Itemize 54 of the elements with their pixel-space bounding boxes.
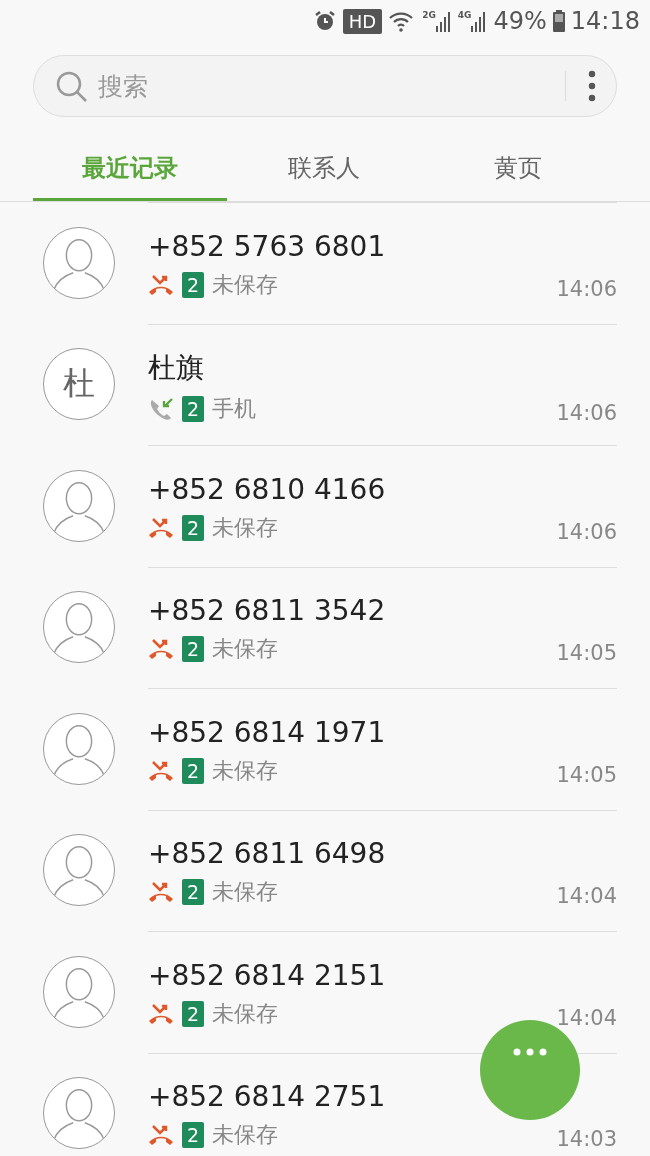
network-label: 4G xyxy=(457,10,472,20)
signal-icon xyxy=(471,10,488,32)
sim-badge: 2 xyxy=(182,636,204,663)
number-label: 未保存 xyxy=(212,878,278,907)
call-time: 14:06 xyxy=(556,276,617,301)
caller-name: +852 6811 6498 xyxy=(148,837,386,871)
signal-icon xyxy=(435,10,452,32)
sim-badge: 2 xyxy=(182,514,204,541)
call-log-row[interactable]: +852 5763 6801 2 未保存 14:06 xyxy=(0,202,650,324)
network-label: 2G xyxy=(422,10,436,20)
number-label: 未保存 xyxy=(212,1121,278,1150)
battery-percent: 49% xyxy=(493,7,547,35)
caller-name: +852 5763 6801 xyxy=(148,229,386,263)
search-bar[interactable]: 搜索 xyxy=(33,55,617,117)
battery-icon xyxy=(552,10,565,32)
caller-name: +852 6814 2151 xyxy=(148,958,386,992)
call-time: 14:04 xyxy=(556,1005,617,1030)
sim-badge: 2 xyxy=(182,757,204,784)
sim-badge: 2 xyxy=(182,1000,204,1027)
number-label: 未保存 xyxy=(212,635,278,664)
search-field[interactable]: 搜索 xyxy=(96,70,565,102)
caller-name: +852 6811 3542 xyxy=(148,594,386,628)
call-time: 14:03 xyxy=(556,1127,617,1152)
tab[interactable]: 联系人 xyxy=(227,137,421,201)
call-log-row[interactable]: +852 6814 1971 2 未保存 14:05 xyxy=(0,688,650,810)
number-label: 未保存 xyxy=(212,999,278,1028)
call-log-row[interactable]: +852 6811 6498 2 未保存 14:04 xyxy=(0,809,650,931)
sim-badge: 2 xyxy=(182,395,204,422)
call-time: 14:05 xyxy=(556,762,617,787)
number-label: 未保存 xyxy=(212,513,278,542)
clock: 14:18 xyxy=(570,7,640,35)
call-time: 14:04 xyxy=(556,884,617,909)
tab[interactable]: 黄页 xyxy=(421,137,615,201)
caller-name: +852 6814 1971 xyxy=(148,715,386,749)
call-time: 14:05 xyxy=(556,641,617,666)
more-icon[interactable] xyxy=(588,70,596,102)
number-label: 未保存 xyxy=(212,756,278,785)
sim-badge: 2 xyxy=(182,1122,204,1149)
caller-name: +852 6814 2751 xyxy=(148,1080,386,1114)
call-time: 14:06 xyxy=(556,519,617,544)
number-label: 手机 xyxy=(212,394,256,423)
call-log-row[interactable]: 杜 杜旗 2 手机 14:06 xyxy=(0,323,650,445)
caller-name: 杜旗 xyxy=(148,349,204,386)
call-log-row[interactable]: +852 6811 3542 2 未保存 14:05 xyxy=(0,566,650,688)
dialpad-icon xyxy=(513,1048,547,1056)
sim-badge: 2 xyxy=(182,879,204,906)
number-label: 未保存 xyxy=(212,270,278,299)
contact-avatar: 杜 xyxy=(43,348,115,421)
call-time: 14:06 xyxy=(556,400,617,425)
call-log-row[interactable]: +852 6810 4166 2 未保存 14:06 xyxy=(0,445,650,567)
search-icon xyxy=(54,69,88,103)
caller-name: +852 6810 4166 xyxy=(148,472,386,506)
sim-badge: 2 xyxy=(182,271,204,298)
hd-badge: HD xyxy=(342,8,383,34)
